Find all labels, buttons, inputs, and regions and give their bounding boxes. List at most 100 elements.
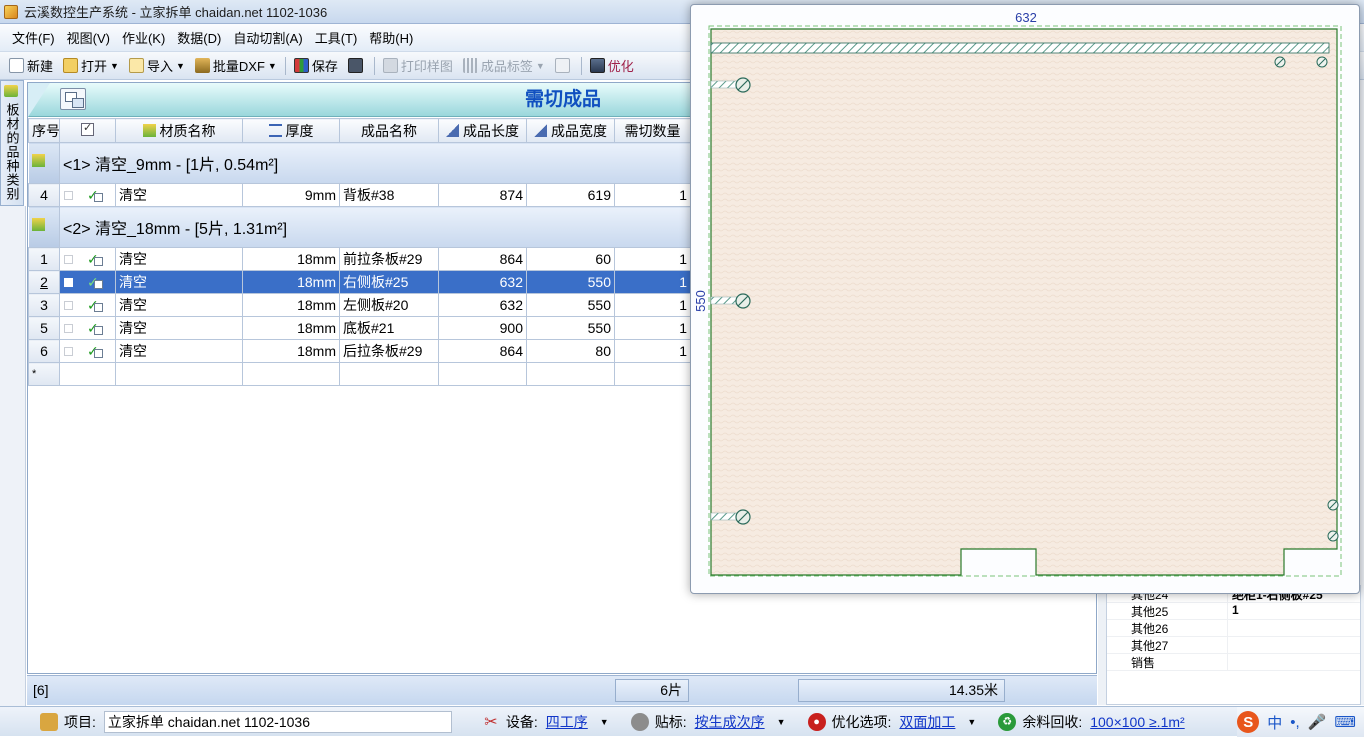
new-row-cell[interactable] xyxy=(438,362,527,386)
property-row[interactable]: 其他27 xyxy=(1107,637,1360,654)
row-checkbox[interactable] xyxy=(64,190,73,200)
batch-dxf-button[interactable]: 批量DXF ▼ xyxy=(190,55,282,77)
cell-width[interactable]: 80 xyxy=(526,339,615,363)
cell-qty[interactable]: 1 xyxy=(614,247,691,271)
new-row-cell[interactable] xyxy=(115,362,243,386)
chevron-down-icon[interactable]: ▼ xyxy=(110,61,119,71)
cell-material[interactable]: 清空 xyxy=(115,183,243,207)
new-button[interactable]: 新建 xyxy=(4,55,58,77)
col-header-qty[interactable]: 需切数量 xyxy=(614,118,691,143)
col-header-index[interactable]: 序号 xyxy=(28,118,60,143)
property-row[interactable]: 其他25 1 xyxy=(1107,603,1360,620)
new-row-cell[interactable] xyxy=(242,362,340,386)
cell-thickness[interactable]: 18mm xyxy=(242,293,340,317)
project-input[interactable]: 立家拆单 chaidan.net 1102-1036 xyxy=(103,710,452,733)
new-row-cell[interactable] xyxy=(339,362,439,386)
row-index[interactable]: 2 xyxy=(28,270,60,294)
save-button[interactable]: 保存 xyxy=(289,55,343,77)
open-button[interactable]: 打开 ▼ xyxy=(58,55,124,77)
property-row[interactable]: 其他26 xyxy=(1107,620,1360,637)
cell-product[interactable]: 左侧板#20 xyxy=(339,293,439,317)
row-checkbox[interactable] xyxy=(64,300,73,310)
cell-material[interactable]: 清空 xyxy=(115,270,243,294)
cell-material[interactable]: 清空 xyxy=(115,293,243,317)
row-index[interactable]: 6 xyxy=(28,339,60,363)
select-all-checkbox[interactable] xyxy=(81,121,94,136)
cell-thickness[interactable]: 18mm xyxy=(242,339,340,363)
cell-length[interactable]: 874 xyxy=(438,183,527,207)
cell-length[interactable]: 632 xyxy=(438,293,527,317)
col-header-width[interactable]: 成品宽度 xyxy=(526,118,615,143)
cell-qty[interactable]: 1 xyxy=(614,316,691,340)
ime-punct[interactable]: •, xyxy=(1290,714,1299,731)
device-link[interactable]: 四工序 xyxy=(546,712,588,732)
cell-product[interactable]: 背板#38 xyxy=(339,183,439,207)
chevron-down-icon[interactable]: ▼ xyxy=(536,61,545,71)
cell-width[interactable]: 550 xyxy=(526,293,615,317)
row-check-cell[interactable]: ✓ xyxy=(59,270,116,294)
row-checkbox[interactable] xyxy=(64,323,73,333)
cell-length[interactable]: 864 xyxy=(438,247,527,271)
row-check-cell[interactable]: ✓ xyxy=(59,339,116,363)
cell-product[interactable]: 底板#21 xyxy=(339,316,439,340)
cell-material[interactable]: 清空 xyxy=(115,339,243,363)
cell-product[interactable]: 右侧板#25 xyxy=(339,270,439,294)
cell-thickness[interactable]: 18mm xyxy=(242,247,340,271)
microphone-icon[interactable]: 🎤 xyxy=(1308,713,1327,731)
cell-width[interactable]: 550 xyxy=(526,270,615,294)
copy-button[interactable] xyxy=(343,55,371,77)
remnant-link[interactable]: 100×100 ≥.1m² xyxy=(1090,714,1184,730)
row-index[interactable]: 5 xyxy=(28,316,60,340)
chevron-down-icon[interactable]: ▼ xyxy=(600,717,609,727)
row-check-cell[interactable]: ✓ xyxy=(59,247,116,271)
ime-mode[interactable]: 中 xyxy=(1267,712,1282,733)
row-checkbox[interactable] xyxy=(64,346,73,356)
cell-product[interactable]: 后拉条板#29 xyxy=(339,339,439,363)
cell-width[interactable]: 619 xyxy=(526,183,615,207)
menu-file[interactable]: 文件(F) xyxy=(6,28,61,47)
chevron-down-icon[interactable]: ▼ xyxy=(176,61,185,71)
cell-material[interactable]: 清空 xyxy=(115,247,243,271)
menu-help[interactable]: 帮助(H) xyxy=(363,28,419,47)
cell-width[interactable]: 60 xyxy=(526,247,615,271)
chevron-down-icon[interactable]: ▼ xyxy=(967,717,976,727)
import-button[interactable]: 导入 ▼ xyxy=(124,55,190,77)
new-row-cell[interactable] xyxy=(614,362,691,386)
chevron-down-icon[interactable]: ▼ xyxy=(777,717,786,727)
row-check-cell[interactable]: ✓ xyxy=(59,316,116,340)
cell-length[interactable]: 864 xyxy=(438,339,527,363)
row-check-cell[interactable]: ✓ xyxy=(59,293,116,317)
cell-qty[interactable]: 1 xyxy=(614,270,691,294)
keyboard-icon[interactable]: ⌨ xyxy=(1334,713,1356,731)
cell-qty[interactable]: 1 xyxy=(614,293,691,317)
cell-thickness[interactable]: 18mm xyxy=(242,270,340,294)
menu-auto-cut[interactable]: 自动切割(A) xyxy=(227,28,308,47)
cell-qty[interactable]: 1 xyxy=(614,339,691,363)
menu-job[interactable]: 作业(K) xyxy=(116,28,171,47)
cell-length[interactable]: 632 xyxy=(438,270,527,294)
optimize-button[interactable]: 优化 xyxy=(585,55,639,77)
col-header-length[interactable]: 成品长度 xyxy=(438,118,527,143)
new-row-marker[interactable]: * xyxy=(28,362,60,386)
cell-material[interactable]: 清空 xyxy=(115,316,243,340)
chevron-down-icon[interactable]: ▼ xyxy=(268,61,277,71)
row-checkbox[interactable] xyxy=(64,277,73,287)
cell-thickness[interactable]: 18mm xyxy=(242,316,340,340)
menu-view[interactable]: 视图(V) xyxy=(61,28,116,47)
row-index[interactable]: 3 xyxy=(28,293,60,317)
col-header-check[interactable] xyxy=(59,118,116,143)
menu-tools[interactable]: 工具(T) xyxy=(309,28,364,47)
cell-width[interactable]: 550 xyxy=(526,316,615,340)
cell-length[interactable]: 900 xyxy=(438,316,527,340)
material-category-tab[interactable]: 板材的品种类别 xyxy=(0,80,24,206)
property-row[interactable]: 销售 xyxy=(1107,654,1360,671)
col-header-material[interactable]: 材质名称 xyxy=(115,118,243,143)
ime-logo-icon[interactable]: S xyxy=(1237,711,1260,733)
col-header-product[interactable]: 成品名称 xyxy=(339,118,439,143)
new-row-cell[interactable] xyxy=(526,362,615,386)
col-header-thickness[interactable]: 厚度 xyxy=(242,118,340,143)
cell-thickness[interactable]: 9mm xyxy=(242,183,340,207)
cell-qty[interactable]: 1 xyxy=(614,183,691,207)
row-index[interactable]: 4 xyxy=(28,183,60,207)
product-label-button[interactable]: 成品标签 ▼ xyxy=(458,55,550,77)
